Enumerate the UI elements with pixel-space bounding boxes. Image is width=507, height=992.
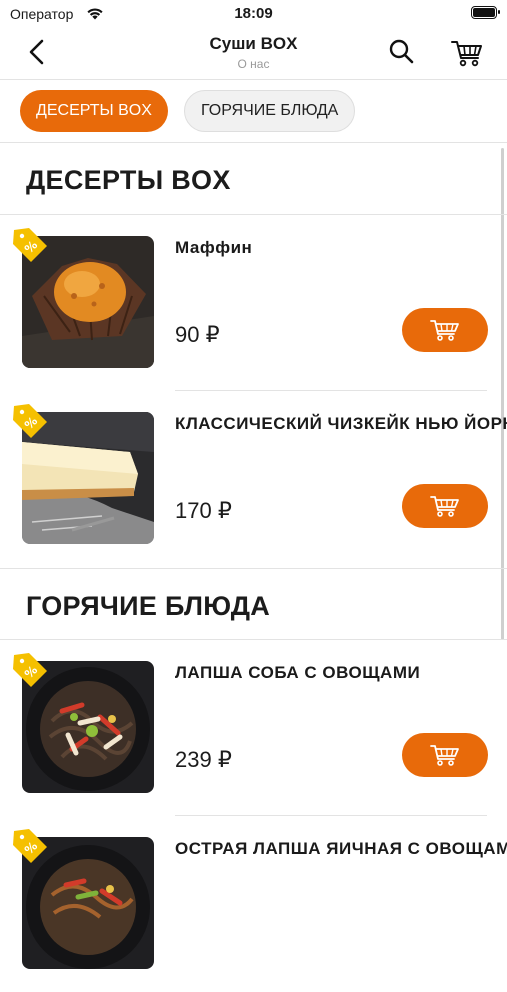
add-to-cart-icon [430, 496, 459, 517]
divider [175, 815, 487, 816]
item-name: КЛАССИЧЕСКИЙ ЧИЗКЕЙК НЬЮ ЙОРК [175, 414, 507, 433]
tab-desserts[interactable]: ДЕСЕРТЫ BOX [20, 90, 168, 132]
section-title: ГОРЯЧИЕ БЛЮДА [26, 591, 271, 621]
discount-tag-icon: % [13, 829, 47, 863]
item-price: 239 ₽ [175, 747, 232, 772]
category-tabs: ДЕСЕРТЫ BOX ГОРЯЧИЕ БЛЮДА [0, 80, 507, 143]
nav-title-block[interactable]: Суши BOX О нас [0, 34, 507, 71]
add-to-cart-icon [430, 745, 459, 766]
add-to-cart-button[interactable] [402, 484, 488, 528]
add-to-cart-icon [430, 320, 459, 341]
item-name: ЛАПША СОБА С ОВОЩАМИ [175, 663, 421, 682]
section-header-hot-dishes: ГОРЯЧИЕ БЛЮДА [0, 568, 507, 640]
about-link[interactable]: О нас [0, 57, 507, 71]
add-to-cart-button[interactable] [402, 308, 488, 352]
item-price: 90 ₽ [175, 322, 220, 347]
cart-icon[interactable] [450, 36, 484, 68]
page-title: Суши BOX [209, 34, 298, 53]
section-title: ДЕСЕРТЫ BOX [26, 165, 231, 195]
battery-icon [471, 6, 500, 19]
menu-item[interactable]: % ОСТРАЯ ЛАПША ЯИЧНАЯ С ОВОЩАМИ [0, 817, 507, 992]
menu-item[interactable]: % ЛАПША СОБА С ОВОЩАМИ 239 ₽ [0, 641, 507, 816]
discount-tag-icon: % [13, 653, 47, 687]
section-header-desserts: ДЕСЕРТЫ BOX [0, 143, 507, 215]
discount-tag-icon: % [13, 404, 47, 438]
divider [175, 390, 487, 391]
item-name: ОСТРАЯ ЛАПША ЯИЧНАЯ С ОВОЩАМИ [175, 839, 507, 858]
add-to-cart-button[interactable] [402, 733, 488, 777]
search-icon[interactable] [386, 36, 418, 68]
tab-hot-dishes[interactable]: ГОРЯЧИЕ БЛЮДА [184, 90, 356, 132]
item-price: 170 ₽ [175, 498, 232, 523]
item-name: Маффин [175, 238, 253, 257]
status-bar: Оператор 18:09 [0, 0, 507, 28]
discount-tag-icon: % [13, 228, 47, 262]
menu-item[interactable]: % Маффин 90 ₽ [0, 216, 507, 391]
nav-bar: Суши BOX О нас [0, 28, 507, 80]
clock: 18:09 [234, 5, 273, 22]
menu-item[interactable]: % КЛАССИЧЕСКИЙ ЧИЗКЕЙК НЬЮ ЙОРК 170 ₽ [0, 392, 507, 567]
